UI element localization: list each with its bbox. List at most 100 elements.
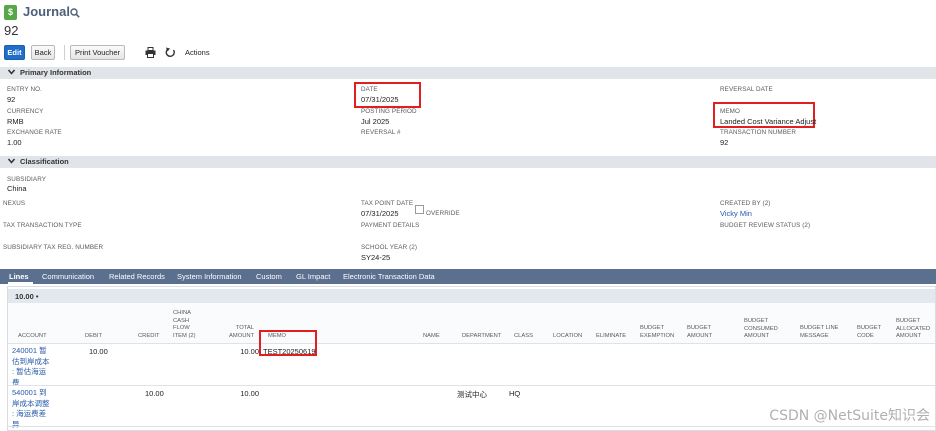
debit-cell: 10.00 bbox=[89, 347, 108, 356]
override-checkbox[interactable] bbox=[415, 205, 424, 214]
col-head-line: AMOUNT bbox=[229, 332, 255, 339]
school-year-label: SCHOOL YEAR (2) bbox=[361, 244, 418, 251]
col-head-line: BUDGET LINE bbox=[800, 325, 839, 331]
col-head-line: MESSAGE bbox=[800, 332, 829, 339]
journal-app-icon: $ bbox=[4, 5, 17, 20]
lines-subtab-header bbox=[8, 289, 935, 303]
currency-value: RMB bbox=[7, 117, 24, 126]
classification-section[interactable]: Classification bbox=[0, 156, 936, 168]
search-icon[interactable] bbox=[70, 8, 80, 18]
subsidiary-label: SUBSIDIARY bbox=[7, 176, 47, 183]
class-cell: HQ bbox=[509, 389, 521, 398]
col-head-line: BUDGET bbox=[857, 325, 882, 331]
col-head-line: CASH bbox=[173, 317, 190, 324]
col-head-line: AMOUNT bbox=[896, 333, 922, 339]
account-line: : 暂估海运 bbox=[12, 367, 47, 376]
toolbar-divider bbox=[64, 45, 65, 60]
account-line: 540001 到 bbox=[12, 388, 47, 397]
transaction-number-value: 92 bbox=[720, 138, 729, 147]
col-head-line: AMOUNT bbox=[744, 333, 770, 339]
chevron-down-icon bbox=[7, 67, 16, 79]
tab-gl-impact[interactable]: GL Impact bbox=[296, 269, 330, 284]
tab-communication[interactable]: Communication bbox=[42, 269, 94, 284]
memo-value: Landed Cost Variance Adjust bbox=[720, 117, 817, 126]
col-head-line: AMOUNT bbox=[687, 332, 713, 339]
created-by-link[interactable]: Vicky Min bbox=[720, 209, 752, 218]
print-voucher-button[interactable]: Print Voucher bbox=[70, 45, 125, 60]
account-line: 费 bbox=[12, 377, 20, 387]
account-line: 240001 暂 bbox=[12, 346, 47, 355]
exchange-rate-label: EXCHANGE RATE bbox=[7, 129, 62, 136]
exchange-rate-value: 1.00 bbox=[7, 138, 22, 147]
col-head-line: BUDGET bbox=[687, 325, 712, 331]
col-head-line: BUDGET bbox=[640, 325, 665, 331]
col-budget-exemption: BUDGET EXEMPTION bbox=[640, 325, 674, 340]
record-id: 92 bbox=[4, 23, 19, 38]
col-total-amount: TOTAL AMOUNT bbox=[229, 325, 254, 340]
memo-cell: TEST20250619 bbox=[263, 347, 316, 356]
posting-period-value: Jul 2025 bbox=[361, 117, 390, 126]
tab-system-information[interactable]: System Information bbox=[177, 269, 242, 284]
grid-divider bbox=[8, 343, 935, 344]
primary-information-section[interactable]: Primary Information bbox=[0, 67, 936, 79]
created-by-label: CREATED BY (2) bbox=[720, 200, 771, 207]
reversal-no-label: REVERSAL # bbox=[361, 129, 401, 136]
total-amount-cell: 10.00 bbox=[240, 347, 259, 356]
transaction-number-label: TRANSACTION NUMBER bbox=[720, 129, 796, 136]
expense-subtab[interactable]: 10.00 • bbox=[15, 292, 38, 301]
col-budget-line-message: BUDGET LINE MESSAGE bbox=[800, 325, 839, 340]
col-head-line: FLOW bbox=[173, 325, 190, 331]
col-head-line: ITEM (2) bbox=[173, 332, 196, 339]
account-line: 岸成本调整 bbox=[12, 398, 50, 408]
tax-transaction-type-label: TAX TRANSACTION TYPE bbox=[3, 222, 82, 229]
nexus-label: NEXUS bbox=[3, 200, 26, 207]
col-head-line: BUDGET bbox=[896, 318, 921, 324]
col-budget-amount: BUDGET AMOUNT bbox=[687, 325, 712, 340]
tab-electronic-transaction-data[interactable]: Electronic Transaction Data bbox=[343, 269, 435, 284]
tax-point-date-label: TAX POINT DATE bbox=[361, 200, 414, 207]
date-value: 07/31/2025 bbox=[361, 95, 399, 104]
edit-button[interactable]: Edit bbox=[4, 45, 25, 60]
col-head-line: CHINA bbox=[173, 310, 192, 316]
table-row[interactable]: 540001 到 岸成本调整 : 海运费差 异 bbox=[12, 388, 50, 430]
tax-point-date-value: 07/31/2025 bbox=[361, 209, 399, 218]
budget-review-status-label: BUDGET REVIEW STATUS (2) bbox=[720, 222, 811, 229]
col-head-line: CONSUMED bbox=[744, 325, 778, 332]
watermark: CSDN @NetSuite知识会 bbox=[769, 408, 930, 424]
col-budget-allocated-amount: BUDGET ALLOCATED AMOUNT bbox=[896, 318, 930, 341]
row-divider bbox=[8, 426, 935, 427]
account-line: 异 bbox=[12, 419, 20, 429]
col-eliminate: ELIMINATE bbox=[596, 333, 627, 339]
actions-menu[interactable]: Actions bbox=[185, 48, 210, 57]
col-budget-consumed-amount: BUDGET CONSUMED AMOUNT bbox=[744, 318, 778, 341]
account-link[interactable]: 540001 到 岸成本调整 : 海运费差 异 bbox=[12, 388, 50, 430]
credit-cell: 10.00 bbox=[145, 389, 164, 398]
active-tab-indicator bbox=[8, 282, 33, 284]
page-title: Journal bbox=[23, 4, 70, 19]
section-label: Primary Information bbox=[20, 68, 92, 77]
entry-no-value: 92 bbox=[7, 95, 16, 104]
chevron-down-icon bbox=[7, 156, 16, 168]
subsidiary-tax-reg-label: SUBSIDIARY TAX REG. NUMBER bbox=[3, 244, 104, 251]
section-label: Classification bbox=[20, 157, 69, 166]
col-head-line: BUDGET bbox=[744, 318, 769, 324]
memo-label: MEMO bbox=[720, 108, 740, 115]
tab-custom[interactable]: Custom bbox=[256, 269, 282, 284]
account-line: 估到岸成本 bbox=[12, 356, 50, 366]
col-budget-code: BUDGET CODE bbox=[857, 325, 881, 340]
print-icon[interactable] bbox=[145, 47, 156, 58]
subsidiary-value: China bbox=[7, 184, 27, 193]
table-row[interactable]: 240001 暂 估到岸成本 : 暂估海运 费 bbox=[12, 346, 50, 388]
col-china-cash-flow-item: CHINA CASH FLOW ITEM (2) bbox=[173, 310, 196, 340]
tab-related-records[interactable]: Related Records bbox=[109, 269, 165, 284]
entry-no-label: ENTRY NO. bbox=[7, 86, 42, 93]
date-label: DATE bbox=[361, 86, 378, 93]
account-link[interactable]: 240001 暂 估到岸成本 : 暂估海运 费 bbox=[12, 346, 50, 388]
col-head-line: ALLOCATED bbox=[896, 325, 931, 332]
col-location: LOCATION bbox=[553, 333, 583, 339]
col-debit: DEBIT bbox=[85, 333, 103, 339]
col-head-line: CODE bbox=[857, 332, 874, 339]
col-head-line: TOTAL bbox=[235, 325, 254, 331]
refresh-icon[interactable] bbox=[165, 47, 176, 58]
back-button[interactable]: Back bbox=[31, 45, 55, 60]
